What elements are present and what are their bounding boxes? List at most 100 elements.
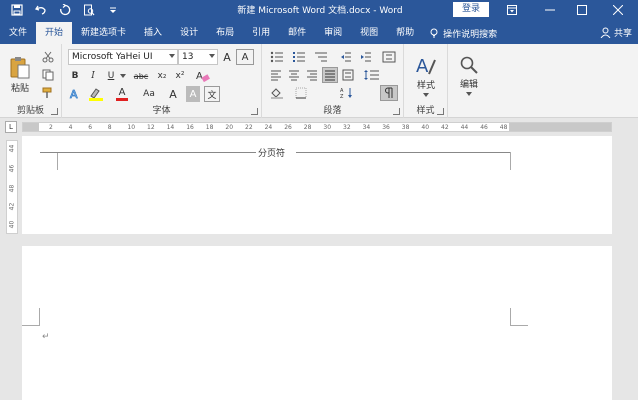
maximize-button[interactable] xyxy=(568,0,596,20)
italic-button[interactable]: I xyxy=(86,68,100,84)
tab-references[interactable]: 引用 xyxy=(243,22,279,44)
increase-indent-button[interactable] xyxy=(358,50,374,64)
font-color-swatch xyxy=(116,97,128,101)
font-color-button[interactable]: A xyxy=(112,86,132,102)
ruler-right-margin xyxy=(509,123,611,131)
font-name-combo[interactable]: Microsoft YaHei UI xyxy=(68,49,178,65)
vertical-scrollbar[interactable] xyxy=(628,136,638,400)
svg-text:A: A xyxy=(70,88,78,100)
tab-new-tab[interactable]: 新建选项卡 xyxy=(72,22,135,44)
paragraph-mark: ↵ xyxy=(42,332,50,342)
clipboard-dialog-launcher[interactable] xyxy=(51,108,58,115)
text-effects-button[interactable]: A xyxy=(68,86,82,102)
multilevel-list-icon xyxy=(315,52,327,62)
share-button[interactable]: 共享 xyxy=(600,24,632,40)
align-right-button[interactable] xyxy=(304,68,320,82)
undo-button[interactable] xyxy=(32,1,50,19)
close-button[interactable] xyxy=(604,0,632,20)
align-left-button[interactable] xyxy=(268,68,284,82)
styles-dialog-launcher[interactable] xyxy=(437,108,444,115)
copy-button[interactable] xyxy=(40,68,56,82)
subscript-button[interactable]: x₂ xyxy=(154,68,170,84)
tab-help[interactable]: 帮助 xyxy=(387,22,423,44)
change-case-button[interactable]: Aa xyxy=(138,86,160,102)
vruler-number: 40 xyxy=(8,220,16,229)
chevron-down-icon xyxy=(466,91,472,96)
decrease-indent-button[interactable] xyxy=(338,50,354,64)
document-page-2[interactable] xyxy=(22,246,612,400)
show-hide-marks-button[interactable] xyxy=(380,85,398,101)
numbering-button[interactable] xyxy=(290,50,308,64)
tell-me-search[interactable]: 操作说明搜索 xyxy=(429,22,497,44)
lightbulb-icon xyxy=(430,28,438,38)
bullets-button[interactable] xyxy=(268,50,286,64)
document-page-1[interactable] xyxy=(22,136,612,234)
tab-design[interactable]: 设计 xyxy=(171,22,207,44)
font-dialog-launcher[interactable] xyxy=(251,108,258,115)
multilevel-list-button[interactable] xyxy=(312,50,330,64)
magnifier-icon xyxy=(460,56,478,74)
styles-button[interactable]: A 样式 xyxy=(408,48,444,102)
char-shading-button[interactable]: A xyxy=(186,86,200,102)
bold-button[interactable]: B xyxy=(68,68,82,84)
customize-qat-button[interactable] xyxy=(104,1,122,19)
sort-icon: AZ xyxy=(340,88,352,99)
redo-button[interactable] xyxy=(56,1,74,19)
tab-insert[interactable]: 插入 xyxy=(135,22,171,44)
minimize-button[interactable] xyxy=(536,0,564,20)
increase-indent-icon xyxy=(361,52,371,62)
asian-layout-button[interactable] xyxy=(380,50,398,64)
tab-layout[interactable]: 布局 xyxy=(207,22,243,44)
tab-view[interactable]: 视图 xyxy=(351,22,387,44)
asian-layout-icon xyxy=(382,51,396,63)
page-break-label: 分页符 xyxy=(258,149,286,159)
paintbrush-icon xyxy=(42,87,52,98)
ruler-strip[interactable]: 2 4 6 8 10 12 14 16 18 20 22 24 26 28 30 32 34 36 38 40 42 44… xyxy=(22,122,612,132)
strikethrough-button[interactable]: abc xyxy=(132,68,150,84)
underline-button[interactable]: U xyxy=(104,68,118,84)
tab-review[interactable]: 审阅 xyxy=(315,22,351,44)
paragraph-dialog-launcher[interactable] xyxy=(393,108,400,115)
sort-button[interactable]: AZ xyxy=(338,86,356,100)
ribbon-options-button[interactable] xyxy=(498,0,526,20)
distribute-button[interactable] xyxy=(340,68,356,82)
ribbon-options-icon xyxy=(507,5,517,15)
align-center-button[interactable] xyxy=(286,68,302,82)
justify-button[interactable] xyxy=(322,67,338,83)
highlight-color-button[interactable] xyxy=(86,86,106,102)
cut-button[interactable] xyxy=(40,50,56,64)
grow-font-button[interactable]: A xyxy=(220,49,234,65)
share-label: 共享 xyxy=(613,28,632,39)
editing-button[interactable]: 编辑 xyxy=(452,48,486,102)
ruler-number: 24 xyxy=(264,124,273,131)
ribbon: 粘贴 剪贴板 Microsoft YaHei UI 13 A A B I U a… xyxy=(0,44,638,118)
print-preview-button[interactable] xyxy=(80,1,98,19)
document-title: 新建 Microsoft Word 文档.docx - Word xyxy=(237,6,403,16)
ruler-number: 42 xyxy=(441,124,449,131)
maximize-icon xyxy=(577,5,587,15)
tab-file[interactable]: 文件 xyxy=(0,22,36,44)
shading-button[interactable] xyxy=(268,86,286,100)
font-size-combo[interactable]: 13 xyxy=(178,49,218,65)
quick-access-toolbar xyxy=(0,0,128,20)
format-painter-button[interactable] xyxy=(40,86,56,100)
shrink-font-button[interactable]: A xyxy=(166,86,180,102)
borders-button[interactable] xyxy=(292,86,310,100)
save-button[interactable] xyxy=(8,1,26,19)
editing-group: 编辑 xyxy=(448,44,490,118)
vruler-number: 42 xyxy=(8,202,16,211)
tab-home[interactable]: 开始 xyxy=(36,22,73,44)
line-spacing-icon xyxy=(364,70,379,80)
chevron-down-icon xyxy=(120,74,126,78)
underline-dropdown[interactable] xyxy=(118,68,128,84)
align-center-icon xyxy=(289,70,299,81)
login-button[interactable]: 登录 xyxy=(453,2,489,17)
line-spacing-button[interactable] xyxy=(362,68,382,82)
superscript-button[interactable]: x² xyxy=(172,68,188,84)
phonetic-guide-button[interactable]: 文 xyxy=(204,86,220,102)
tab-mailings[interactable]: 邮件 xyxy=(279,22,315,44)
clear-formatting-button[interactable]: A xyxy=(194,68,212,84)
tab-stop-selector[interactable]: L xyxy=(5,121,17,133)
char-border-button[interactable]: A xyxy=(236,49,254,65)
paste-button[interactable]: 粘贴 xyxy=(6,48,34,100)
